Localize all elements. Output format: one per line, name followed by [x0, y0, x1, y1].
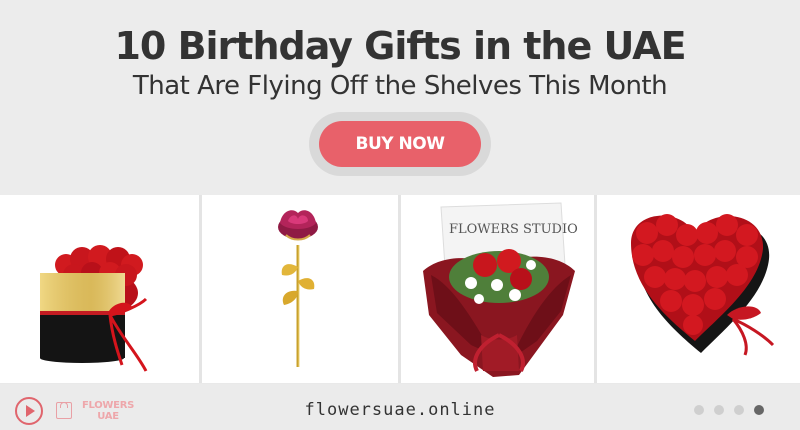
website-url: flowersuae.online	[304, 400, 496, 420]
carousel-dot-3[interactable]	[734, 405, 744, 415]
flowers-studio-rose-bouquet-image: FLOWERS STUDIO	[423, 202, 578, 377]
product-card-gold-rose[interactable]	[202, 195, 398, 383]
carousel-dots	[694, 405, 768, 417]
banner-header: 10 Birthday Gifts in the UAE That Are Fl…	[0, 0, 800, 195]
product-card-heart-box[interactable]	[597, 195, 800, 383]
product-card-round-box[interactable]	[0, 195, 199, 383]
preserved-roses-round-box-image	[40, 245, 148, 372]
product-card-bouquet[interactable]: FLOWERS STUDIO	[401, 195, 594, 383]
heart-box-roses-image	[631, 214, 775, 356]
carousel-dot-1[interactable]	[694, 405, 704, 415]
buy-now-button[interactable]: BUY NOW	[319, 121, 481, 167]
banner-subtitle: That Are Flying Off the Shelves This Mon…	[132, 71, 668, 101]
carousel-dot-2[interactable]	[714, 405, 724, 415]
gold-rose-image	[278, 210, 318, 367]
carousel-dot-4[interactable]	[754, 405, 764, 415]
banner-title: 10 Birthday Gifts in the UAE	[114, 24, 686, 68]
bouquet-wrap-text: FLOWERS STUDIO	[449, 222, 578, 237]
product-strip: FLOWERS STUDIO	[0, 195, 800, 383]
